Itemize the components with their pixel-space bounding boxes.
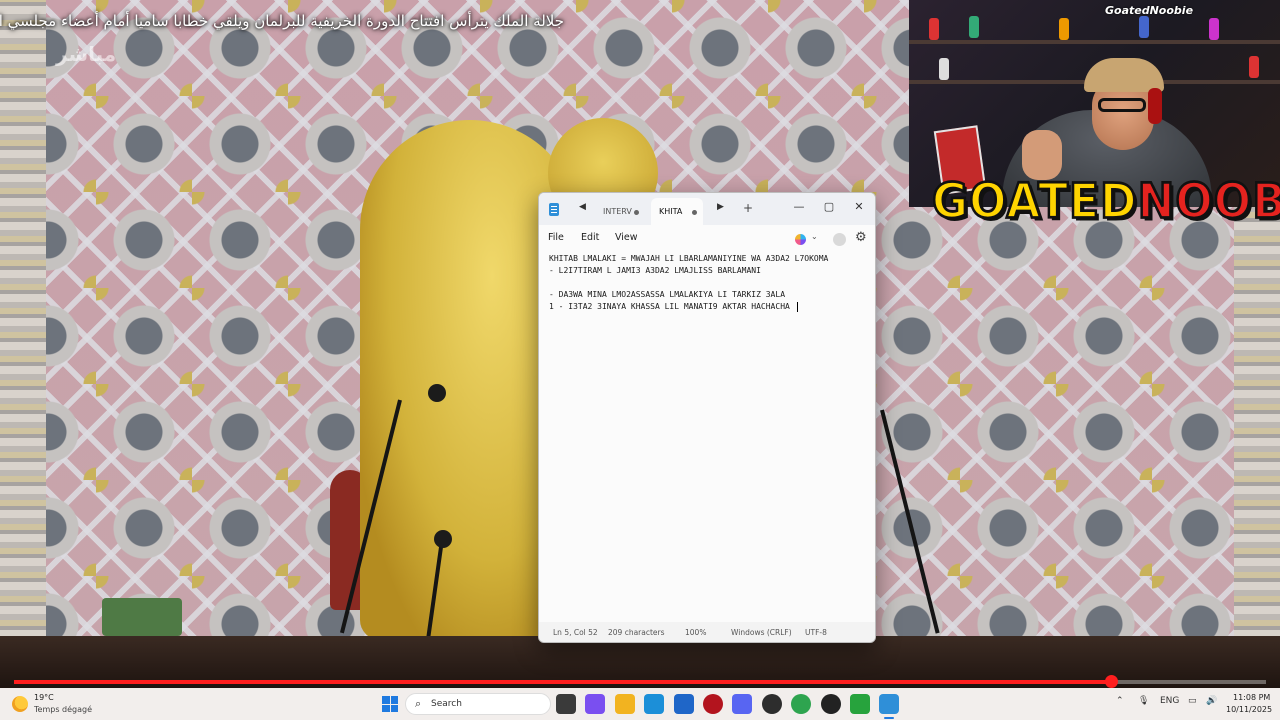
status-bar: Ln 5, Col 52 209 characters 100% Windows… [539,622,875,642]
notepad-app-icon [549,203,559,216]
encoding[interactable]: UTF-8 [805,628,827,637]
scroll-tabs-right-icon[interactable]: ▶ [717,202,724,212]
copilot-icon[interactable] [795,234,806,245]
tab-label: KHITA [659,207,683,216]
notepad-window[interactable]: ◀ INTERV KHITA ▶ + — ▢ ✕ File Edit View … [538,192,876,643]
search-icon: ⌕ [415,697,422,710]
notepad-taskbar-icon[interactable] [879,694,900,714]
network-icon[interactable]: ▭ [1188,696,1197,706]
editor-line: - L2I7TIRAM L JAMI3 A3DA2 LMAJLISS BARLA… [549,266,761,275]
search-placeholder: Search [431,699,462,709]
input-language[interactable]: ENG [1160,696,1179,706]
account-icon[interactable] [833,233,846,246]
collectible-figure [969,16,979,38]
video-caption: جلالة الملك يترأس افتتاح الدورة الخريفية… [0,12,564,30]
streamer-handle: GoatedNoobie [1105,4,1194,17]
collectible-figure [1249,56,1259,78]
zoom-level[interactable]: 100% [685,628,706,637]
glasses [1098,98,1146,112]
tab-interv[interactable]: INTERV [595,198,645,225]
copilot-taskbar-icon[interactable] [585,694,606,714]
logo-part-1: GOATED [931,172,1138,231]
line-ending[interactable]: Windows (CRLF) [731,628,792,637]
editor-line-active: 1 - I3TA2 3INAYA KHASSA LIL MANATI9 AKTA… [549,301,869,313]
discord-taskbar-icon[interactable] [732,694,753,714]
weather-description[interactable]: Temps dégagé [34,705,92,714]
windows-logo-tile [382,704,390,712]
headphone [1148,88,1162,124]
decorative-border-left [0,0,46,638]
text-editor[interactable]: KHITAB LMALAKI = MWAJAH LI LBARLAMANIYIN… [549,253,869,625]
video-progress-fill [14,680,1111,684]
tab-khita[interactable]: KHITA [651,198,703,225]
collectible-figure [929,18,939,40]
minimize-button[interactable]: — [785,197,813,217]
menu-file[interactable]: File [548,232,564,243]
show-hidden-icons-chevron-icon[interactable]: ⌃ [1116,696,1124,706]
taskbar-search[interactable]: ⌕ Search [405,693,551,715]
unsaved-dot-icon [634,210,639,215]
settings-gear-icon[interactable]: ⚙ [855,230,867,245]
volume-icon[interactable]: 🔊 [1206,696,1217,706]
menu-bar: File Edit View ⌄ ⚙ [539,225,875,255]
microphone-icon[interactable]: 🎙 [1138,696,1149,706]
store-taskbar-icon[interactable] [673,694,694,714]
character-count: 209 characters [608,628,665,637]
menu-view[interactable]: View [615,232,638,243]
weather-temperature[interactable]: 19°C [34,693,54,702]
task-view-taskbar-icon[interactable] [556,694,576,714]
active-app-indicator [884,717,895,719]
microphone-stand [880,409,940,634]
live-label: مباشر [56,42,117,66]
windows-logo-tile [382,696,390,704]
start-button[interactable] [382,696,398,712]
windows-logo-tile [390,704,398,712]
cap [1084,58,1164,92]
microphone-head [434,530,452,548]
video-progress-bar[interactable] [14,675,1266,688]
chrome-taskbar-icon[interactable] [791,694,812,714]
title-bar[interactable]: ◀ INTERV KHITA ▶ + — ▢ ✕ [539,193,875,225]
collectible-figure [1059,18,1069,40]
editor-line: - DA3WA MINA LMO2ASSASSA LMALAKIYA LI TA… [549,290,786,299]
maximize-button[interactable]: ▢ [815,197,843,217]
scrubber-handle[interactable] [1104,675,1118,688]
collectible-figure [939,58,949,80]
file-explorer-taskbar-icon[interactable] [614,694,635,714]
recorder-taskbar-icon[interactable] [703,694,723,714]
editor-line: KHITAB LMALAKI = MWAJAH LI LBARLAMANIYIN… [549,254,829,263]
close-button[interactable]: ✕ [845,197,873,217]
brand-logo: GOATEDNOOBIE [931,172,1280,231]
text-caret [796,301,798,312]
shelf [909,40,1280,44]
scroll-tabs-left-icon[interactable]: ◀ [579,202,586,212]
terminal-taskbar-icon[interactable] [850,694,870,714]
tab-label: INTERV [603,207,632,216]
collectible-figure [1139,16,1149,38]
cursor-position[interactable]: Ln 5, Col 52 [553,628,598,637]
collectible-figure [1209,18,1219,40]
unsaved-dot-icon [692,210,697,215]
green-vase [102,598,182,636]
microphone-head [428,384,446,402]
windows-logo-tile [390,696,398,704]
menu-edit[interactable]: Edit [581,232,599,243]
chevron-down-icon[interactable]: ⌄ [811,232,818,241]
edge-taskbar-icon[interactable] [644,694,665,714]
weather-moon-icon[interactable] [12,696,28,712]
logo-part-2: NOOBIE [1136,172,1280,231]
github-taskbar-icon[interactable] [820,694,841,714]
taskbar: 19°C Temps dégagé ⌕ Search ⌃ 🎙 ENG ▭ 🔊 1… [0,688,1280,720]
editor-line-text: 1 - I3TA2 3INAYA KHASSA LIL MANATI9 AKTA… [549,302,795,311]
clock-time[interactable]: 11:08 PM [1233,693,1270,702]
new-tab-button[interactable]: + [743,201,753,215]
clock-date[interactable]: 10/11/2025 [1226,705,1272,714]
obs-taskbar-icon[interactable] [761,694,782,714]
